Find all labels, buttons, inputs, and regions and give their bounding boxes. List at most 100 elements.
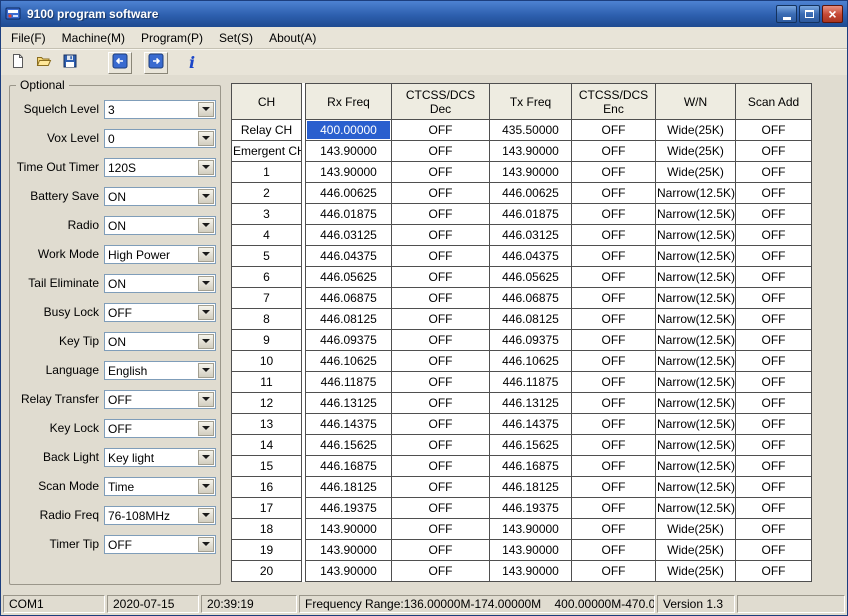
scan-cell[interactable]: OFF — [736, 204, 812, 225]
dec-cell[interactable]: OFF — [392, 414, 490, 435]
dec-cell[interactable]: OFF — [392, 456, 490, 477]
chevron-down-icon[interactable] — [198, 218, 214, 233]
tx-cell[interactable]: 446.03125 — [490, 225, 572, 246]
channel-label-cell[interactable]: 3 — [232, 204, 302, 225]
dec-cell[interactable]: OFF — [392, 540, 490, 561]
wn-cell[interactable]: Narrow(12.5K) — [656, 456, 736, 477]
menu-about[interactable]: About(A) — [261, 27, 324, 48]
wn-cell[interactable]: Narrow(12.5K) — [656, 204, 736, 225]
enc-cell[interactable]: OFF — [572, 330, 656, 351]
work-mode-select[interactable]: High Power — [104, 245, 216, 264]
rx-cell[interactable]: 143.90000 — [306, 141, 392, 162]
scan-cell[interactable]: OFF — [736, 540, 812, 561]
tx-cell[interactable]: 446.09375 — [490, 330, 572, 351]
enc-cell[interactable]: OFF — [572, 372, 656, 393]
chevron-down-icon[interactable] — [198, 392, 214, 407]
dec-cell[interactable]: OFF — [392, 162, 490, 183]
chevron-down-icon[interactable] — [198, 363, 214, 378]
chevron-down-icon[interactable] — [198, 305, 214, 320]
dec-cell[interactable]: OFF — [392, 225, 490, 246]
chevron-down-icon[interactable] — [198, 421, 214, 436]
tx-cell[interactable]: 446.16875 — [490, 456, 572, 477]
wn-cell[interactable]: Narrow(12.5K) — [656, 246, 736, 267]
menu-machine[interactable]: Machine(M) — [54, 27, 133, 48]
channel-label-cell[interactable]: 15 — [232, 456, 302, 477]
wn-cell[interactable]: Narrow(12.5K) — [656, 498, 736, 519]
dec-cell[interactable]: OFF — [392, 288, 490, 309]
enc-cell[interactable]: OFF — [572, 246, 656, 267]
dec-cell[interactable]: OFF — [392, 204, 490, 225]
scan-cell[interactable]: OFF — [736, 498, 812, 519]
wn-cell[interactable]: Wide(25K) — [656, 120, 736, 141]
scan-cell[interactable]: OFF — [736, 246, 812, 267]
channel-label-cell[interactable]: Relay CH — [232, 120, 302, 141]
wn-cell[interactable]: Narrow(12.5K) — [656, 288, 736, 309]
tx-cell[interactable]: 143.90000 — [490, 519, 572, 540]
wn-cell[interactable]: Narrow(12.5K) — [656, 225, 736, 246]
rx-cell[interactable]: 446.01875 — [306, 204, 392, 225]
channel-label-cell[interactable]: 18 — [232, 519, 302, 540]
channel-label-cell[interactable]: 17 — [232, 498, 302, 519]
rx-cell[interactable]: 143.90000 — [306, 561, 392, 582]
channel-label-cell[interactable]: 14 — [232, 435, 302, 456]
channel-label-cell[interactable]: 8 — [232, 309, 302, 330]
timer-tip-select[interactable]: OFF — [104, 535, 216, 554]
enc-cell[interactable]: OFF — [572, 540, 656, 561]
scan-cell[interactable]: OFF — [736, 519, 812, 540]
channel-label-cell[interactable]: 13 — [232, 414, 302, 435]
wn-cell[interactable]: Wide(25K) — [656, 561, 736, 582]
scan-cell[interactable]: OFF — [736, 372, 812, 393]
dec-cell[interactable]: OFF — [392, 120, 490, 141]
menu-file[interactable]: File(F) — [3, 27, 54, 48]
enc-cell[interactable]: OFF — [572, 183, 656, 204]
time-out-timer-select[interactable]: 120S — [104, 158, 216, 177]
channel-label-cell[interactable]: 10 — [232, 351, 302, 372]
chevron-down-icon[interactable] — [198, 537, 214, 552]
enc-cell[interactable]: OFF — [572, 267, 656, 288]
dec-cell[interactable]: OFF — [392, 393, 490, 414]
enc-cell[interactable]: OFF — [572, 162, 656, 183]
wn-cell[interactable]: Narrow(12.5K) — [656, 477, 736, 498]
close-button[interactable]: × — [822, 5, 843, 23]
tx-cell[interactable]: 143.90000 — [490, 561, 572, 582]
wn-cell[interactable]: Wide(25K) — [656, 540, 736, 561]
info-button[interactable]: i — [180, 52, 204, 74]
language-select[interactable]: English — [104, 361, 216, 380]
wn-cell[interactable]: Narrow(12.5K) — [656, 183, 736, 204]
dec-cell[interactable]: OFF — [392, 183, 490, 204]
chevron-down-icon[interactable] — [198, 102, 214, 117]
channel-label-cell[interactable]: 4 — [232, 225, 302, 246]
channel-label-cell[interactable]: 5 — [232, 246, 302, 267]
dec-cell[interactable]: OFF — [392, 477, 490, 498]
channel-label-cell[interactable]: 16 — [232, 477, 302, 498]
scan-cell[interactable]: OFF — [736, 435, 812, 456]
enc-cell[interactable]: OFF — [572, 141, 656, 162]
tx-cell[interactable]: 446.10625 — [490, 351, 572, 372]
rx-cell[interactable]: 446.08125 — [306, 309, 392, 330]
menu-set[interactable]: Set(S) — [211, 27, 261, 48]
scan-cell[interactable]: OFF — [736, 561, 812, 582]
channel-label-cell[interactable]: Emergent CH — [232, 141, 302, 162]
wn-cell[interactable]: Narrow(12.5K) — [656, 330, 736, 351]
enc-cell[interactable]: OFF — [572, 498, 656, 519]
busy-lock-select[interactable]: OFF — [104, 303, 216, 322]
channel-label-cell[interactable]: 2 — [232, 183, 302, 204]
dec-cell[interactable]: OFF — [392, 246, 490, 267]
tx-cell[interactable]: 435.50000 — [490, 120, 572, 141]
open-file-button[interactable] — [32, 52, 56, 74]
rx-cell[interactable]: 446.05625 — [306, 267, 392, 288]
tx-cell[interactable]: 446.06875 — [490, 288, 572, 309]
scan-cell[interactable]: OFF — [736, 141, 812, 162]
scan-cell[interactable]: OFF — [736, 267, 812, 288]
rx-cell[interactable]: 446.06875 — [306, 288, 392, 309]
enc-cell[interactable]: OFF — [572, 204, 656, 225]
enc-cell[interactable]: OFF — [572, 435, 656, 456]
enc-cell[interactable]: OFF — [572, 414, 656, 435]
rx-cell[interactable]: 446.03125 — [306, 225, 392, 246]
battery-save-select[interactable]: ON — [104, 187, 216, 206]
relay-transfer-select[interactable]: OFF — [104, 390, 216, 409]
wn-cell[interactable]: Narrow(12.5K) — [656, 351, 736, 372]
chevron-down-icon[interactable] — [198, 479, 214, 494]
maximize-button[interactable] — [799, 5, 820, 23]
tx-cell[interactable]: 446.18125 — [490, 477, 572, 498]
